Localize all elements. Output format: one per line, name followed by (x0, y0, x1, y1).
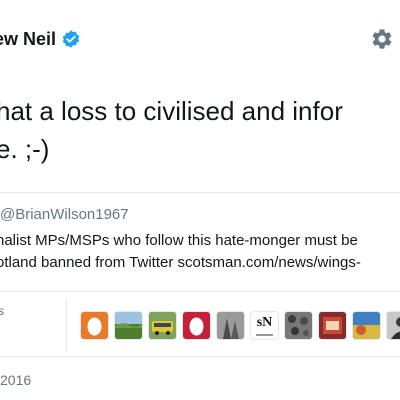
liker-avatar[interactable] (284, 311, 313, 340)
quoted-tweet-text-line: otland banned from Twitter scotsman.com/… (0, 254, 361, 271)
author-display-name[interactable]: ew Neil (0, 29, 56, 50)
tweet-author-row: ew Neil (0, 24, 81, 54)
liker-avatars: sN (80, 311, 400, 340)
liker-avatar[interactable] (352, 311, 381, 340)
liker-avatar[interactable] (216, 311, 245, 340)
divider (0, 356, 400, 357)
gear-icon[interactable] (370, 27, 394, 51)
liker-avatar[interactable] (182, 311, 211, 340)
verified-badge-icon (62, 30, 80, 48)
liker-avatar[interactable] (386, 311, 400, 340)
tweet-text-line: hat a loss to civilised and infor (0, 96, 343, 126)
likes-count-label[interactable]: s (0, 304, 4, 318)
tweet-timestamp[interactable]: 2016 (0, 372, 31, 388)
liker-avatar[interactable] (80, 311, 109, 340)
avatar-text: sN (256, 315, 273, 330)
liker-avatar[interactable] (318, 311, 347, 340)
quoted-tweet-text-line: nalist MPs/MSPs who follow this hate-mon… (0, 232, 358, 249)
tweet-text: hat a loss to civilised and infor e. ;-) (0, 92, 343, 168)
stats-divider (66, 300, 67, 352)
liker-avatar[interactable]: sN (250, 311, 279, 340)
tweet-text-line: e. ;-) (0, 134, 50, 164)
liker-avatar[interactable] (148, 311, 177, 340)
liker-avatar[interactable] (114, 311, 143, 340)
quoted-tweet-handle[interactable]: @BrianWilson1967 (0, 206, 129, 223)
